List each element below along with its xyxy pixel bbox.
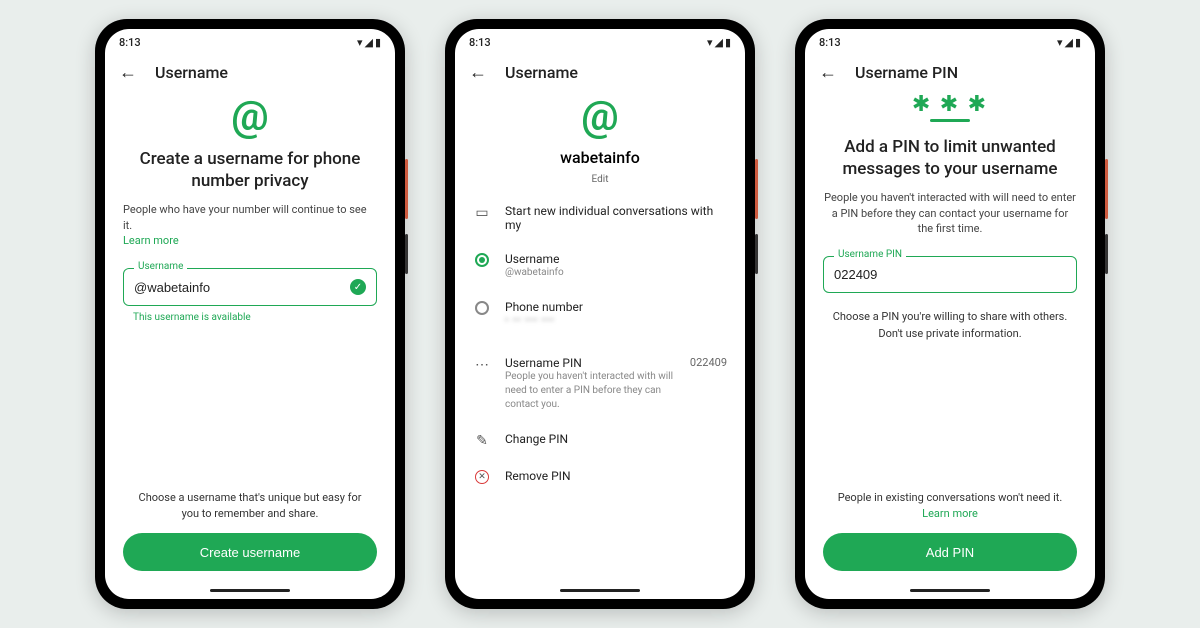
back-arrow-icon[interactable]: ← [819, 64, 837, 82]
headline: Create a username for phone number priva… [123, 148, 377, 192]
footer-note: People in existing conversations won't n… [838, 491, 1063, 504]
battery-icon: ▮ [725, 36, 731, 49]
status-icons: ▾ ◢ ▮ [1057, 36, 1081, 49]
screen-create-username: 8:13 ▾ ◢ ▮ ← Username @ Create a usernam… [105, 29, 395, 599]
learn-more-link[interactable]: Learn more [922, 507, 978, 520]
remove-icon: ✕ [475, 470, 489, 484]
page-title: Username [155, 63, 228, 82]
learn-more-link[interactable]: Learn more [123, 234, 179, 247]
at-sign-icon: @ [473, 96, 727, 138]
battery-icon: ▮ [1075, 36, 1081, 49]
footer-note: Choose a username that's unique but easy… [123, 490, 377, 521]
profile-username: wabetainfo [473, 148, 727, 167]
username-input[interactable] [134, 280, 344, 295]
field-label: Username PIN [834, 249, 906, 260]
pin-row-desc: People you haven't interacted with will … [505, 370, 676, 412]
option-phone-value: • •• ••• ••• [505, 314, 727, 328]
gesture-bar [805, 581, 1095, 599]
username-field[interactable]: Username ✓ [123, 268, 377, 306]
card-icon: ▭ [473, 205, 491, 221]
option-username-label: Username [505, 252, 727, 266]
battery-icon: ▮ [375, 36, 381, 49]
username-pin-row[interactable]: ⋯ Username PIN People you haven't intera… [473, 346, 727, 422]
option-username-value: @wabetainfo [505, 266, 727, 280]
subtext: People you haven't interacted with will … [823, 190, 1077, 236]
wifi-icon: ▾ [357, 36, 363, 49]
headline: Add a PIN to limit unwanted messages to … [823, 136, 1077, 180]
option-username-row[interactable]: Username @wabetainfo [473, 242, 727, 290]
option-phone-label: Phone number [505, 300, 727, 314]
status-bar: 8:13 ▾ ◢ ▮ [805, 29, 1095, 55]
gesture-bar [455, 581, 745, 599]
page-title: Username PIN [855, 63, 958, 82]
wifi-icon: ▾ [707, 36, 713, 49]
phone-mockup-1: 8:13 ▾ ◢ ▮ ← Username @ Create a usernam… [95, 19, 405, 609]
subtext: People who have your number will continu… [123, 203, 367, 231]
status-icons: ▾ ◢ ▮ [707, 36, 731, 49]
pin-dots-icon: ⋯ [473, 357, 491, 373]
back-arrow-icon[interactable]: ← [469, 64, 487, 82]
phone-mockup-3: 8:13 ▾ ◢ ▮ ← Username PIN ✱ ✱ ✱ Add a PI… [795, 19, 1105, 609]
status-time: 8:13 [469, 36, 491, 49]
pin-underline [930, 119, 970, 122]
gesture-bar [105, 581, 395, 599]
radio-unchecked-icon [475, 301, 489, 315]
status-icons: ▾ ◢ ▮ [357, 36, 381, 49]
app-bar: ← Username [105, 55, 395, 88]
check-icon: ✓ [350, 279, 366, 295]
status-bar: 8:13 ▾ ◢ ▮ [455, 29, 745, 55]
phone-mockup-2: 8:13 ▾ ◢ ▮ ← Username @ wabetainfo Edit … [445, 19, 755, 609]
change-pin-row[interactable]: ✎ Change PIN [473, 422, 727, 459]
at-sign-icon: @ [123, 96, 377, 138]
status-bar: 8:13 ▾ ◢ ▮ [105, 29, 395, 55]
pin-input[interactable] [834, 267, 1066, 282]
section-header-row: ▭ Start new individual conversations wit… [473, 194, 727, 242]
section-header: Start new individual conversations with … [505, 204, 727, 232]
create-username-button[interactable]: Create username [123, 533, 377, 571]
app-bar: ← Username [455, 55, 745, 88]
pencil-icon: ✎ [473, 433, 491, 449]
availability-helper: This username is available [133, 312, 377, 323]
page-title: Username [505, 63, 578, 82]
back-arrow-icon[interactable]: ← [119, 64, 137, 82]
signal-icon: ◢ [714, 36, 722, 49]
signal-icon: ◢ [1064, 36, 1072, 49]
option-phone-row[interactable]: Phone number • •• ••• ••• [473, 290, 727, 338]
asterisks-icon: ✱ ✱ ✱ [823, 92, 1077, 117]
change-pin-label: Change PIN [505, 432, 727, 446]
field-label: Username [134, 261, 187, 272]
pin-value: 022409 [690, 356, 727, 369]
pin-row-title: Username PIN [505, 356, 676, 370]
pin-helper: Choose a PIN you're willing to share wit… [823, 309, 1077, 342]
radio-checked-icon [475, 253, 489, 267]
app-bar: ← Username PIN [805, 55, 1095, 88]
pin-field[interactable]: Username PIN [823, 256, 1077, 293]
screen-add-pin: 8:13 ▾ ◢ ▮ ← Username PIN ✱ ✱ ✱ Add a PI… [805, 29, 1095, 599]
screen-username-settings: 8:13 ▾ ◢ ▮ ← Username @ wabetainfo Edit … [455, 29, 745, 599]
remove-pin-row[interactable]: ✕ Remove PIN [473, 459, 727, 494]
remove-pin-label: Remove PIN [505, 469, 727, 483]
status-time: 8:13 [819, 36, 841, 49]
add-pin-button[interactable]: Add PIN [823, 533, 1077, 571]
wifi-icon: ▾ [1057, 36, 1063, 49]
status-time: 8:13 [119, 36, 141, 49]
edit-link[interactable]: Edit [592, 174, 609, 185]
signal-icon: ◢ [364, 36, 372, 49]
